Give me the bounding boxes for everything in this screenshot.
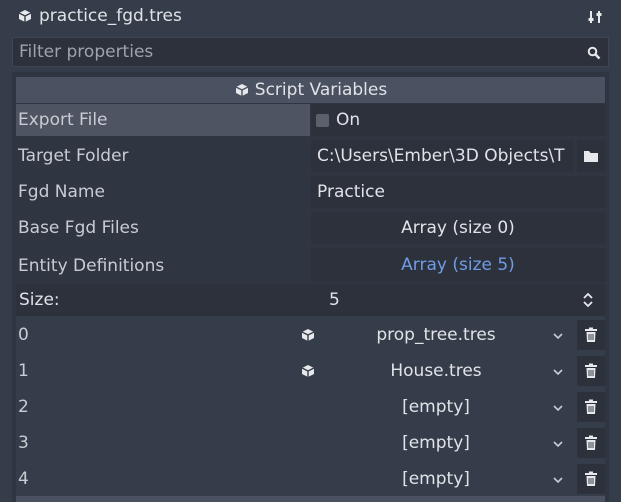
property-row-entity-definitions: Entity Definitions Array (size 5) [16, 248, 605, 282]
array-item-row: 3 [empty] [16, 426, 605, 460]
size-label: Size: [19, 290, 60, 310]
array-value: Array (size 0) [401, 218, 515, 238]
property-row-target-folder: Target Folder C:\Users\Ember\3D Objects\… [16, 140, 605, 172]
checkbox-label: On [336, 110, 361, 130]
property-label: Target Folder [18, 146, 129, 166]
cube-icon [234, 82, 250, 98]
chevron-down-icon[interactable] [551, 474, 565, 486]
property-row-fgd-name: Fgd Name Practice [16, 176, 605, 208]
array-item-row: 0 prop_tree.tres [16, 318, 605, 352]
trash-icon[interactable] [577, 464, 605, 494]
trash-icon[interactable] [577, 428, 605, 458]
array-item-resource-picker[interactable]: prop_tree.tres [321, 318, 551, 352]
fgd-name-value: Practice [317, 182, 385, 202]
array-item-value: prop_tree.tres [376, 325, 496, 345]
entity-definitions-array-button[interactable]: Array (size 5) [311, 248, 605, 282]
array-item-row: 4 [empty] [16, 462, 605, 496]
cube-icon [300, 363, 316, 379]
inspector-header: practice_fgd.tres [0, 0, 621, 34]
panel-bottom-edge [16, 496, 605, 502]
array-size-row: Size: 5 [16, 284, 605, 316]
array-item-resource-picker[interactable]: [empty] [321, 426, 551, 460]
tools-icon[interactable] [585, 7, 605, 27]
chevron-down-icon[interactable] [551, 330, 565, 342]
array-item-row: 2 [empty] [16, 390, 605, 424]
chevron-down-icon[interactable] [551, 366, 565, 378]
array-item-resource-picker[interactable]: [empty] [321, 390, 551, 424]
trash-icon[interactable] [577, 392, 605, 422]
fgd-name-input[interactable]: Practice [311, 176, 605, 208]
trash-icon[interactable] [577, 320, 605, 350]
folder-icon[interactable] [577, 140, 605, 172]
array-item-value: [empty] [402, 433, 470, 453]
array-item-value: [empty] [402, 469, 470, 489]
cube-icon [300, 327, 316, 343]
spin-arrows-icon[interactable] [581, 291, 595, 309]
section-title: Script Variables [254, 80, 388, 100]
target-folder-value: C:\Users\Ember\3D Objects\T [317, 146, 565, 166]
resource-name[interactable]: practice_fgd.tres [39, 8, 182, 25]
array-item-resource-picker[interactable]: [empty] [321, 462, 551, 496]
section-script-variables[interactable]: Script Variables [16, 77, 605, 103]
property-label: Entity Definitions [18, 256, 165, 276]
filter-placeholder: Filter properties [19, 42, 154, 62]
array-item-index: 1 [18, 361, 29, 381]
cube-icon [17, 8, 33, 24]
property-label: Fgd Name [18, 182, 105, 202]
trash-icon[interactable] [577, 356, 605, 386]
array-value: Array (size 5) [401, 255, 515, 275]
array-item-index: 3 [18, 433, 29, 453]
chevron-down-icon[interactable] [551, 402, 565, 414]
array-item-row: 1 House.tres [16, 354, 605, 388]
search-icon [585, 44, 603, 62]
checkbox-box[interactable] [316, 114, 329, 127]
array-item-resource-picker[interactable]: House.tres [321, 354, 551, 388]
array-item-index: 2 [18, 397, 29, 417]
filter-properties-input[interactable]: Filter properties [12, 37, 609, 67]
property-row-export-file: Export File On [16, 104, 605, 136]
property-row-base-fgd-files: Base Fgd Files Array (size 0) [16, 212, 605, 244]
property-label: Export File [18, 110, 108, 130]
size-value: 5 [329, 290, 340, 310]
array-item-value: House.tres [390, 361, 482, 381]
size-spinbox[interactable]: 5 [311, 284, 605, 316]
base-fgd-files-array-button[interactable]: Array (size 0) [311, 212, 605, 244]
array-item-value: [empty] [402, 397, 470, 417]
array-item-index: 0 [18, 325, 29, 345]
chevron-down-icon[interactable] [551, 438, 565, 450]
property-label: Base Fgd Files [18, 218, 139, 238]
target-folder-field[interactable]: C:\Users\Ember\3D Objects\T [311, 140, 573, 172]
array-item-index: 4 [18, 469, 29, 489]
export-file-checkbox[interactable]: On [311, 104, 605, 136]
